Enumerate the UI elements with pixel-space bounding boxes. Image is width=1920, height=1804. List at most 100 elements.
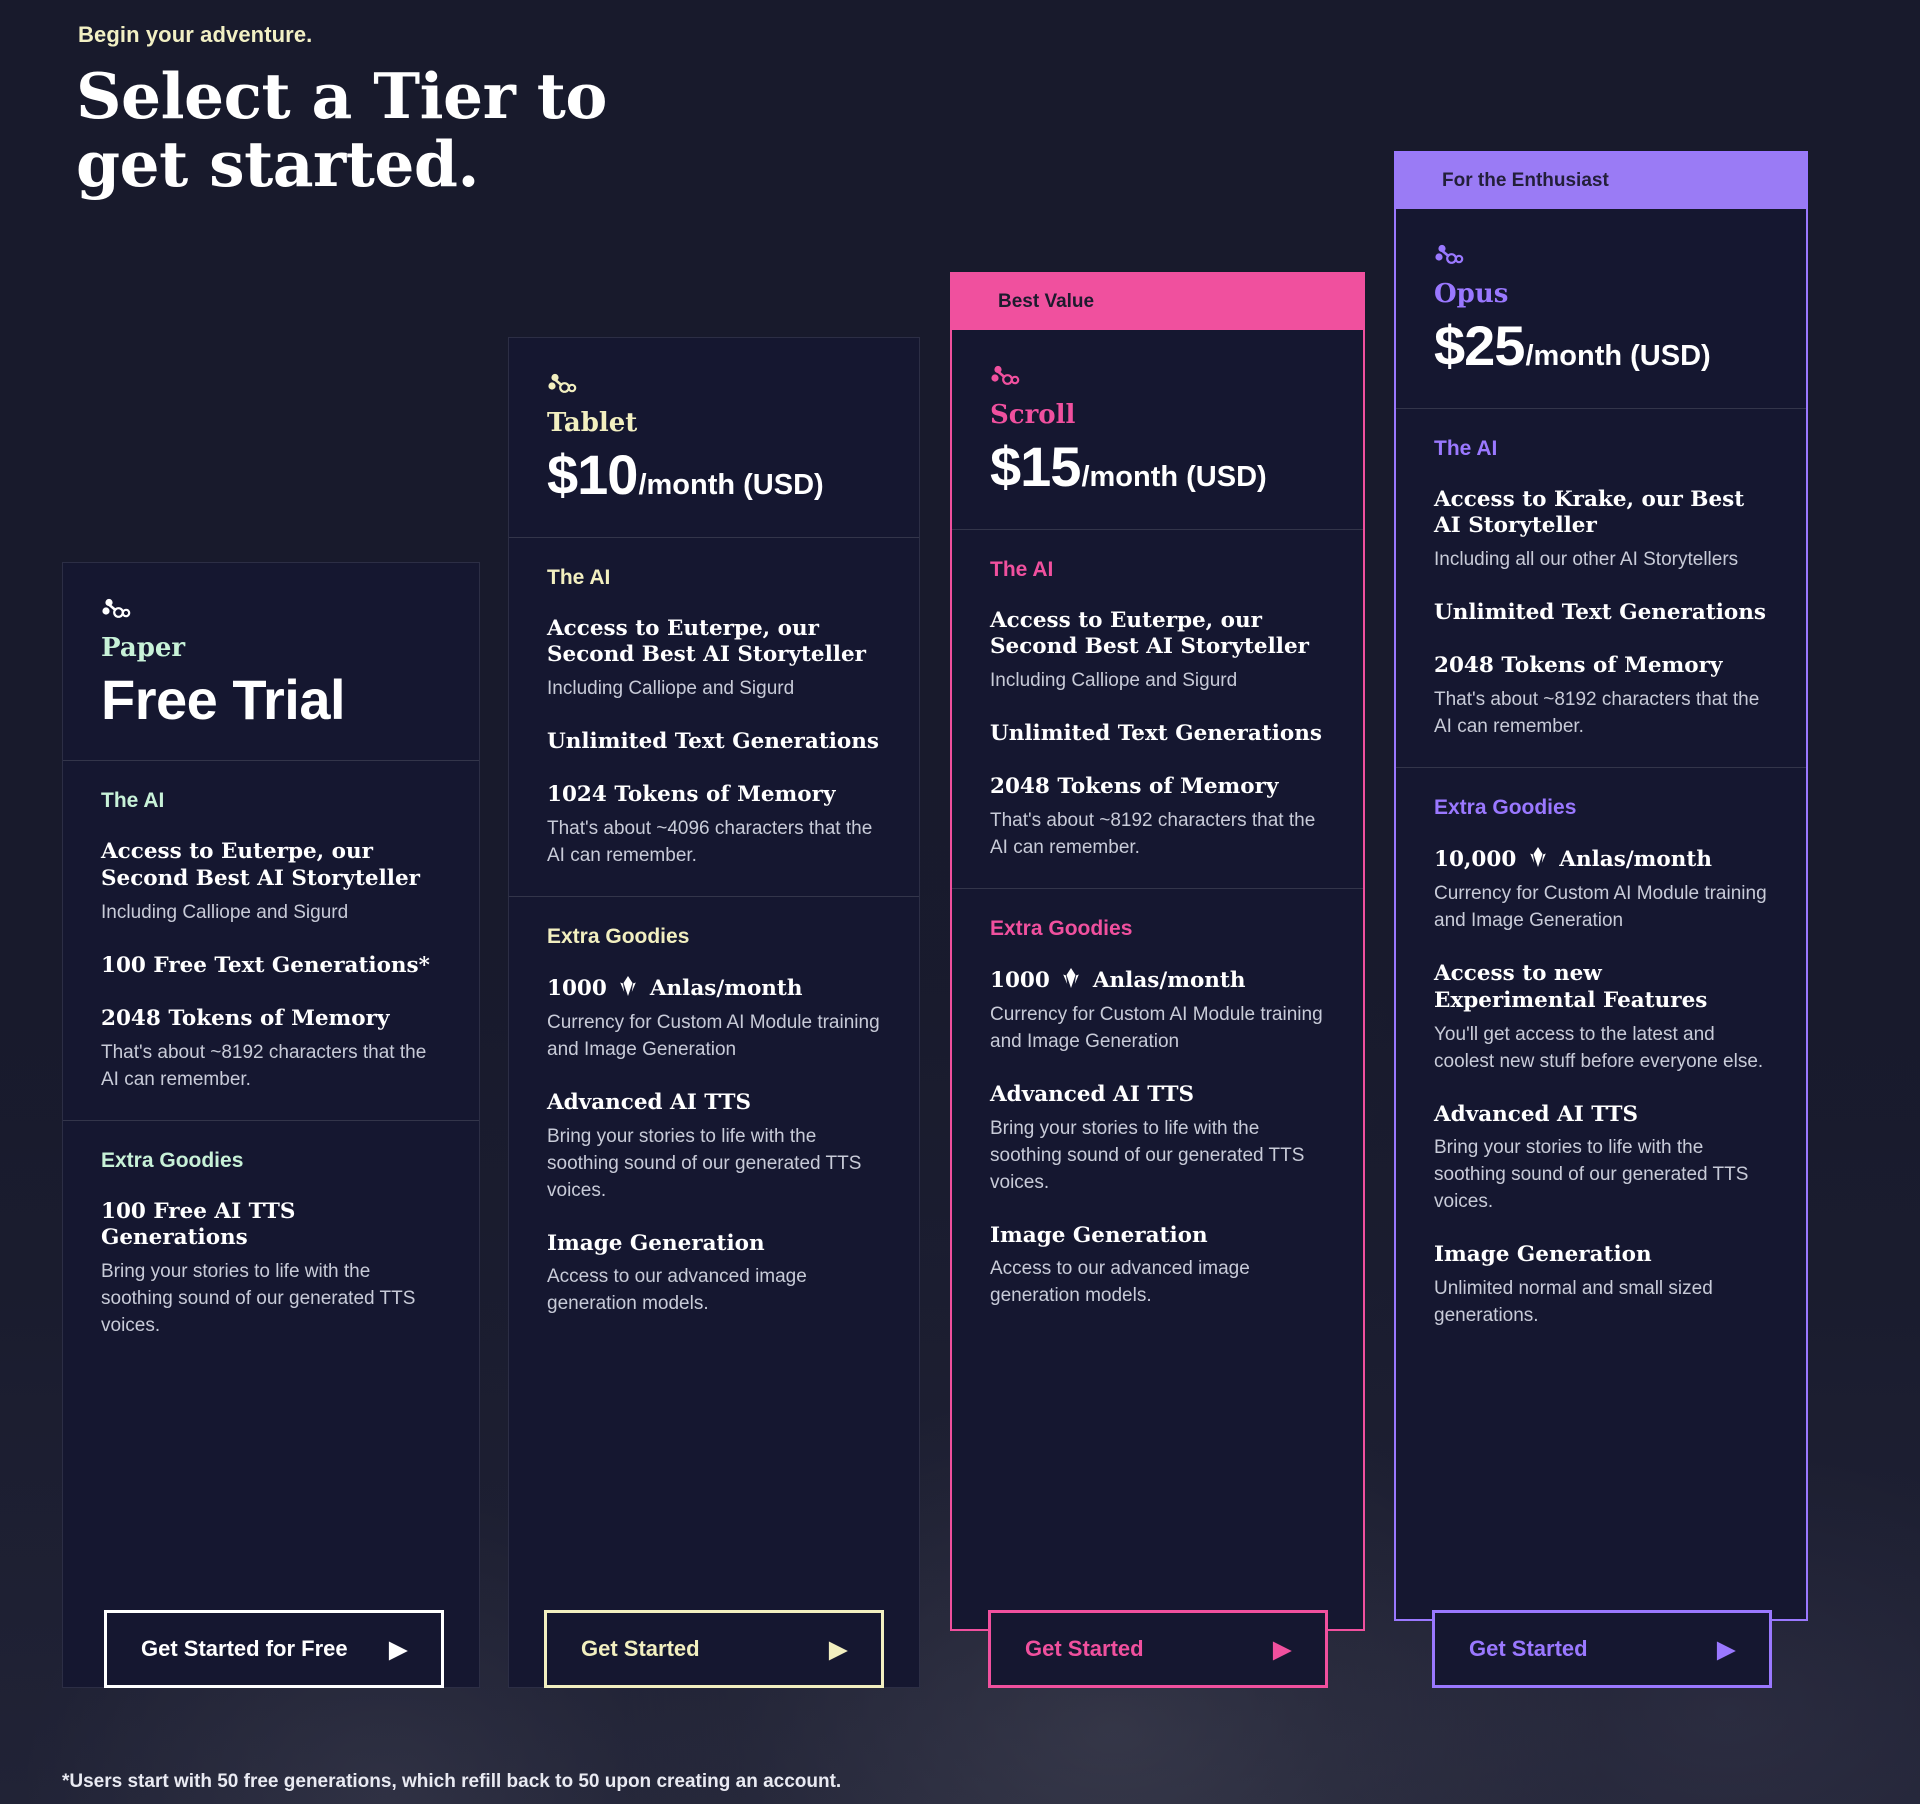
tier-header-opus: Opus $25/month (USD)	[1396, 209, 1806, 408]
anlas-amount: 1000	[990, 968, 1050, 993]
cta-tablet[interactable]: Get Started ▶	[544, 1610, 884, 1688]
section-title: Extra Goodies	[990, 917, 1133, 940]
feature-item: 1000 Anlas/month Currency for Custom AI M…	[547, 975, 881, 1064]
feature-item: Access to new Experimental Features You'l…	[1434, 961, 1768, 1076]
feature-item: 2048 Tokens of Memory That's about ~8192 …	[101, 1006, 441, 1094]
feature-title: 1000 Anlas/month	[990, 967, 1325, 995]
tier-name: Opus	[1434, 279, 1509, 309]
section-extra-goodies: Extra Goodies 1000 Anlas/month Currency fo…	[952, 889, 1363, 1336]
pricing-page: Begin your adventure. Select a Tier to g…	[0, 0, 1920, 1804]
feature-subtitle: Currency for Custom AI Module training a…	[1434, 882, 1767, 931]
molecule-icon	[1434, 243, 1768, 272]
feature-title: Unlimited Text Generations	[990, 721, 1322, 747]
molecule-icon	[547, 372, 881, 401]
tier-name: Tablet	[547, 408, 638, 438]
anlas-label: Anlas/month	[649, 976, 803, 1001]
feature-title: Advanced AI TTS	[990, 1081, 1195, 1107]
feature-subtitle: That's about ~4096 characters that the A…	[547, 818, 873, 867]
cta-label: Get Started	[1469, 1636, 1588, 1661]
feature-title: Image Generation	[547, 1230, 765, 1256]
feature-subtitle: Currency for Custom AI Module training a…	[990, 1003, 1323, 1052]
feature-item: Advanced AI TTS Bring your stories to lif…	[990, 1082, 1325, 1197]
feature-item: Advanced AI TTS Bring your stories to lif…	[547, 1090, 881, 1205]
section-the-ai: The AI Access to Krake, our Best AI Story…	[1396, 409, 1806, 767]
section-title: The AI	[101, 789, 165, 813]
chevron-right-icon: ▶	[829, 1635, 847, 1662]
anlas-amount: 1000	[547, 976, 607, 1001]
feature-item: 1000 Anlas/month Currency for Custom AI M…	[990, 967, 1325, 1056]
feature-subtitle: Access to our advanced image generation …	[547, 1266, 807, 1315]
feature-title: 2048 Tokens of Memory	[101, 1005, 390, 1031]
feature-item: Image Generation Access to our advanced i…	[990, 1223, 1325, 1311]
pricing-card-paper[interactable]: Paper Free Trial The AI Access to Euterpe, …	[62, 562, 480, 1688]
feature-title: Access to Krake, our Best AI Storyteller	[1434, 486, 1745, 539]
price-period: /month (USD)	[1525, 339, 1711, 372]
tier-header-tablet: Tablet $10/month (USD)	[509, 338, 919, 537]
anlas-label: Anlas/month	[1092, 968, 1246, 993]
ribbon-opus: For the Enthusiast	[1396, 153, 1806, 209]
feature-title: Access to Euterpe, our Second Best AI St…	[990, 607, 1309, 660]
section-title: Extra Goodies	[547, 925, 690, 948]
feature-item: 1024 Tokens of Memory That's about ~4096 …	[547, 782, 881, 870]
anlas-icon	[1063, 968, 1080, 988]
feature-title: 100 Free Text Generations*	[101, 952, 430, 978]
tier-header-scroll: Scroll $15/month (USD)	[952, 330, 1363, 529]
section-title: The AI	[990, 557, 1054, 581]
feature-title: 10,000 Anlas/month	[1434, 846, 1768, 874]
feature-title: 1000 Anlas/month	[547, 975, 881, 1003]
feature-title: 2048 Tokens of Memory	[1434, 653, 1723, 679]
section-title: The AI	[547, 565, 611, 589]
cta-opus[interactable]: Get Started ▶	[1432, 1610, 1772, 1688]
ribbon-scroll: Best Value	[952, 274, 1363, 330]
cta-scroll[interactable]: Get Started ▶	[988, 1610, 1328, 1688]
feature-title: Unlimited Text Generations	[547, 729, 879, 755]
molecule-icon	[101, 597, 441, 626]
pricing-card-tablet[interactable]: Tablet $10/month (USD) The AI Access to Eut…	[508, 337, 920, 1688]
feature-item: 2048 Tokens of Memory That's about ~8192 …	[990, 774, 1325, 862]
feature-subtitle: Including Calliope and Sigurd	[101, 901, 349, 923]
feature-item: Unlimited Text Generations	[1434, 600, 1768, 627]
feature-title: Advanced AI TTS	[547, 1089, 752, 1115]
footnote: *Users start with 50 free generations, w…	[62, 1771, 842, 1792]
feature-subtitle: Including all our other AI Storytellers	[1434, 549, 1739, 571]
feature-item: 100 Free Text Generations*	[101, 953, 441, 980]
cta-paper[interactable]: Get Started for Free ▶	[104, 1610, 444, 1688]
feature-subtitle: Bring your stories to life with the soot…	[1434, 1137, 1749, 1213]
tier-price: $10/month (USD)	[547, 442, 881, 507]
feature-item: Access to Euterpe, our Second Best AI St…	[547, 616, 881, 704]
tier-price: $15/month (USD)	[990, 434, 1325, 499]
pricing-card-scroll[interactable]: Best Value Scroll $15/month (USD) The AI Acc…	[950, 272, 1365, 1631]
molecule-icon	[990, 364, 1325, 393]
tier-price: $25/month (USD)	[1434, 313, 1768, 378]
anlas-icon	[1529, 847, 1546, 867]
feature-subtitle: Bring your stories to life with the soot…	[101, 1261, 416, 1337]
tier-headline: Free Trial	[101, 667, 346, 731]
feature-subtitle: Including Calliope and Sigurd	[547, 678, 795, 700]
feature-subtitle: That's about ~8192 characters that the A…	[1434, 689, 1760, 738]
feature-title: Image Generation	[990, 1222, 1208, 1248]
feature-title: Access to new Experimental Features	[1434, 960, 1708, 1013]
feature-item: Image Generation Unlimited normal and sma…	[1434, 1242, 1768, 1330]
price-amount: $10	[547, 442, 638, 506]
pricing-card-opus[interactable]: For the Enthusiast Opus $25/month (USD) The…	[1394, 151, 1808, 1621]
page-title: Select a Tier to get started.	[76, 62, 716, 198]
cta-label: Get Started	[1025, 1636, 1144, 1661]
section-extra-goodies: Extra Goodies 100 Free AI TTS Generations…	[63, 1121, 479, 1367]
feature-item: Image Generation Access to our advanced i…	[547, 1231, 881, 1319]
feature-item: 10,000 Anlas/month Currency for Custom AI…	[1434, 846, 1768, 935]
chevron-right-icon: ▶	[1273, 1635, 1291, 1662]
ribbon-label: Best Value	[998, 291, 1095, 312]
feature-title: Access to Euterpe, our Second Best AI St…	[101, 839, 420, 892]
page-title-line-2: get started.	[76, 127, 479, 202]
feature-subtitle: Access to our advanced image generation …	[990, 1258, 1250, 1307]
feature-item: Access to Krake, our Best AI Storyteller…	[1434, 487, 1768, 575]
cta-label: Get Started	[581, 1636, 700, 1661]
tier-header-paper: Paper Free Trial	[63, 563, 479, 760]
section-the-ai: The AI Access to Euterpe, our Second Best…	[509, 538, 919, 896]
feature-subtitle: That's about ~8192 characters that the A…	[101, 1041, 427, 1090]
section-extra-goodies: Extra Goodies 10,000 Anlas/month Currency …	[1396, 768, 1806, 1356]
feature-title: 2048 Tokens of Memory	[990, 774, 1279, 800]
feature-subtitle: Unlimited normal and small sized generat…	[1434, 1278, 1713, 1327]
feature-item: Advanced AI TTS Bring your stories to lif…	[1434, 1102, 1768, 1217]
feature-title: Advanced AI TTS	[1434, 1101, 1639, 1127]
